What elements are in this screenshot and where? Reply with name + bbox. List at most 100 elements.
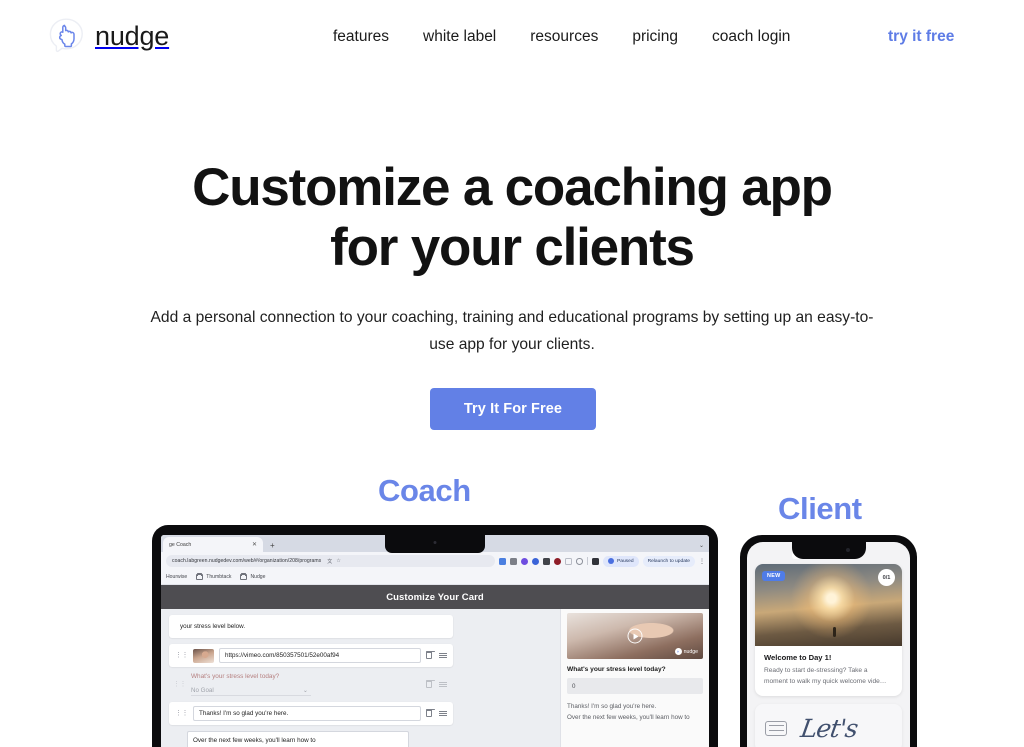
extension-icon[interactable]	[576, 557, 584, 565]
brand-name: nudge	[95, 20, 170, 51]
drag-handle-icon[interactable]: ⋮⋮	[175, 710, 189, 717]
preview-video[interactable]: ◗ nudge	[567, 613, 703, 659]
nudge-watermark-icon: ◗	[674, 648, 682, 655]
hero-subtitle: Add a personal connection to your coachi…	[150, 309, 874, 353]
client-section-label: Client	[778, 491, 862, 526]
card-hero-image: NEW 0/1	[755, 564, 902, 646]
folder-icon	[240, 573, 248, 580]
browser-tab[interactable]: ge Coach ✕	[163, 537, 263, 552]
laptop-mockup: ge Coach ✕ + ⌄ coach.labgreen.nudgedev.c…	[152, 525, 718, 747]
preview-question: What's your stress level today?	[567, 666, 666, 673]
avatar	[608, 558, 615, 564]
laptop-camera-notch	[385, 535, 485, 553]
bookmark-item[interactable]: Nudge	[240, 573, 266, 580]
feed-card[interactable]: NEW 0/1 Welcome to Day 1! Ready to start…	[755, 564, 902, 697]
drag-handle-icon[interactable]	[439, 710, 447, 717]
editor-text-value[interactable]: your stress level below.	[175, 619, 447, 634]
translate-icon[interactable]: 文	[327, 558, 332, 565]
phone-notch	[791, 542, 866, 559]
try-it-for-free-button[interactable]: Try It For Free	[430, 388, 596, 430]
bookmark-label: Thumbtack	[206, 574, 232, 580]
extension-icon[interactable]	[510, 557, 518, 565]
toolbar-divider	[587, 557, 589, 565]
card-editor-column: your stress level below. ⋮⋮ https://vime…	[161, 609, 461, 747]
video-thumbnail	[193, 648, 214, 663]
drag-handle-icon[interactable]: ⋮⋮	[175, 652, 189, 659]
message-text-field[interactable]: Thanks! I'm so glad you're here.	[193, 706, 421, 721]
pointing-finger-speech-bubble-icon	[46, 16, 86, 56]
brand-logo-link[interactable]: nudge	[46, 16, 169, 56]
bookmarks-bar: Hourwise Thumbtack Nudge	[161, 570, 709, 585]
extension-icon[interactable]	[543, 557, 551, 565]
app-header-title: Customize Your Card	[161, 585, 709, 609]
hero-title-line-2: for your clients	[330, 218, 695, 278]
card-preview-column: ◗ nudge What's your stress level today? …	[561, 609, 709, 747]
goal-select-value: No Goal	[191, 686, 214, 694]
phone-mockup: Feed Tags NEW 0/1 Welcome to Day 1! Read…	[740, 535, 917, 747]
laptop-screen: ge Coach ✕ + ⌄ coach.labgreen.nudgedev.c…	[161, 535, 709, 747]
goal-select[interactable]: No Goal ⌄	[191, 685, 311, 696]
paragraph-text-field[interactable]: Over the next few weeks, you'll learn ho…	[187, 731, 409, 747]
chevron-down-icon[interactable]: ⌄	[699, 542, 704, 549]
nav-item-features[interactable]: features	[333, 28, 389, 46]
editor-row-video[interactable]: ⋮⋮ https://vimeo.com/850357501/52e00af94	[169, 644, 453, 667]
extension-icon[interactable]	[565, 557, 573, 565]
plus-icon[interactable]: +	[270, 542, 275, 552]
extension-icon[interactable]	[521, 557, 529, 565]
primary-navigation: features white label resources pricing c…	[333, 28, 790, 46]
chevron-down-icon: ⌄	[302, 686, 308, 694]
editor-row-message[interactable]: ⋮⋮ Thanks! I'm so glad you're here.	[169, 702, 453, 725]
card-description: Ready to start de-stressing? Take a mome…	[764, 667, 887, 685]
landing-page: nudge features white label resources pri…	[0, 0, 1024, 747]
trash-icon[interactable]	[425, 708, 435, 717]
site-header: nudge features white label resources pri…	[0, 0, 1024, 76]
close-icon[interactable]: ✕	[252, 541, 257, 548]
nav-item-resources[interactable]: resources	[530, 28, 598, 46]
drag-handle-icon[interactable]: ⋮⋮	[173, 681, 187, 688]
bookmark-label: Hourwise	[166, 574, 188, 580]
hero-title-line-1: Customize a coaching app	[192, 158, 833, 217]
bookmark-label: Nudge	[250, 574, 266, 580]
trash-icon[interactable]	[425, 650, 435, 659]
card-title: Welcome to Day 1!	[764, 653, 832, 662]
relaunch-to-update-button[interactable]: Relaunch to update	[642, 555, 695, 567]
extension-icon[interactable]	[554, 557, 562, 565]
paused-label: Paused	[616, 558, 634, 564]
editor-row[interactable]: your stress level below.	[169, 615, 453, 638]
browser-extensions	[499, 557, 600, 565]
address-bar-url: coach.labgreen.nudgedev.com/web/#/organi…	[172, 558, 322, 564]
address-bar[interactable]: coach.labgreen.nudgedev.com/web/#/organi…	[166, 555, 496, 567]
app-body: your stress level below. ⋮⋮ https://vime…	[161, 609, 709, 747]
drag-handle-icon[interactable]	[439, 681, 447, 688]
feed-card-secondary[interactable]: Let's	[755, 704, 902, 747]
nav-item-coach-login[interactable]: coach login	[712, 28, 790, 46]
preview-line-2: Over the next few weeks, you'll learn ho…	[567, 714, 690, 722]
trash-icon[interactable]	[425, 679, 435, 688]
preview-line-1: Thanks! I'm so glad you're here.	[567, 703, 657, 710]
nav-item-pricing[interactable]: pricing	[632, 28, 678, 46]
extension-icon[interactable]	[499, 557, 507, 565]
kebab-menu-icon[interactable]: ⋮	[699, 558, 705, 565]
star-icon[interactable]: ☆	[336, 558, 341, 564]
editor-row-question-ghost[interactable]: ⋮⋮ What's your stress level today? No Go…	[169, 673, 453, 696]
phone-screen: Feed Tags NEW 0/1 Welcome to Day 1! Read…	[747, 542, 910, 747]
question-label: What's your stress level today?	[191, 673, 280, 680]
preview-answer-field[interactable]: 0	[567, 678, 703, 694]
bookmark-item[interactable]: Thumbtack	[196, 573, 232, 580]
folder-icon	[196, 573, 204, 580]
hiker-silhouette	[832, 627, 836, 637]
drag-handle-icon[interactable]	[439, 652, 447, 659]
nav-try-it-free-link[interactable]: try it free	[888, 28, 954, 46]
nav-item-white-label[interactable]: white label	[423, 28, 496, 46]
progress-badge: 0/1	[878, 569, 895, 586]
extension-icon[interactable]	[532, 557, 540, 565]
play-icon[interactable]	[627, 628, 643, 644]
editor-spacer-column	[461, 609, 561, 747]
card-image-icon	[765, 720, 787, 736]
extension-icon[interactable]	[592, 557, 600, 565]
nudge-watermark-label: nudge	[683, 648, 698, 655]
bookmark-item[interactable]: Hourwise	[166, 574, 187, 580]
video-url-field[interactable]: https://vimeo.com/850357501/52e00af94	[219, 648, 421, 663]
profile-paused-button[interactable]: Paused	[603, 555, 639, 567]
coach-section-label: Coach	[378, 473, 471, 508]
